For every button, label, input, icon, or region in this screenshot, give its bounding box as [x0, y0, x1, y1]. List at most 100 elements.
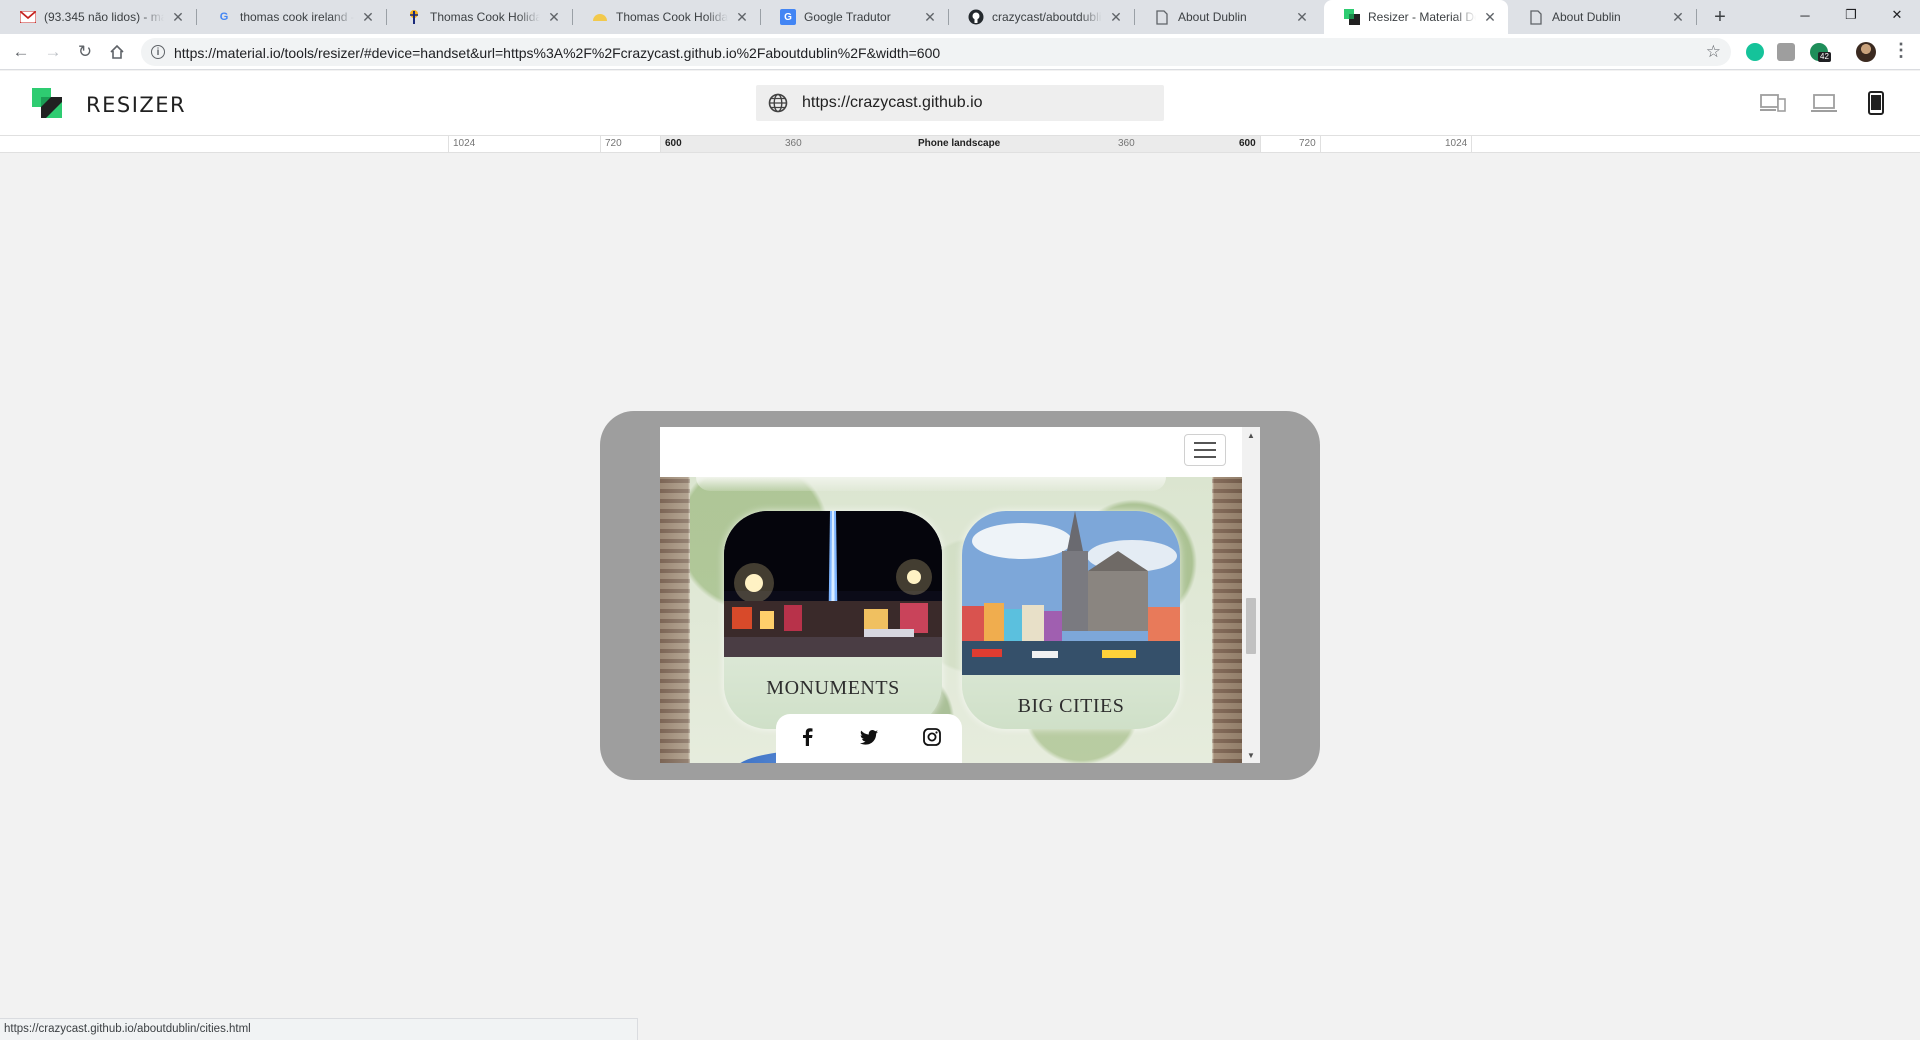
ruler-label: 1024: [1445, 138, 1468, 149]
card-monuments[interactable]: MONUMENTS: [724, 511, 942, 729]
gmail-icon: [20, 9, 36, 25]
browser-toolbar: ← → ↻ i https://material.io/tools/resize…: [0, 34, 1920, 70]
close-icon[interactable]: ✕: [922, 9, 938, 25]
extension-icon[interactable]: [1777, 43, 1795, 61]
close-icon[interactable]: ✕: [1670, 9, 1686, 25]
hamburger-line: [1194, 449, 1216, 451]
info-icon[interactable]: i: [151, 45, 165, 59]
tab-title: Thomas Cook Holidays: [430, 10, 540, 24]
laptop-button[interactable]: [1810, 89, 1838, 117]
page-icon: [1528, 9, 1544, 25]
tab-about-dublin-1[interactable]: About Dublin ✕: [1134, 0, 1320, 34]
close-icon[interactable]: ✕: [734, 9, 750, 25]
devices-icon: [1760, 94, 1786, 112]
reload-button[interactable]: ↻: [73, 40, 97, 64]
tab-title: About Dublin: [1178, 10, 1247, 24]
ruler-label: 600: [665, 138, 682, 149]
tab-title: crazycast/aboutdublin: [992, 10, 1102, 24]
tab-github[interactable]: crazycast/aboutdublin ✕: [948, 0, 1134, 34]
close-icon[interactable]: ✕: [1294, 9, 1310, 25]
phone-button[interactable]: [1862, 89, 1890, 117]
back-button[interactable]: ←: [9, 40, 33, 64]
width-ruler: 1024 720 600 360 Phone landscape 360 600…: [0, 135, 1920, 153]
card-big-cities[interactable]: BIG CITIES: [962, 511, 1180, 729]
hamburger-line: [1194, 456, 1216, 458]
site-navbar: [660, 427, 1242, 477]
close-icon[interactable]: ✕: [1108, 9, 1124, 25]
facebook-icon[interactable]: [797, 727, 817, 747]
card-label: BIG CITIES: [1017, 695, 1125, 717]
phone-icon: [1868, 91, 1884, 115]
github-icon: [968, 9, 984, 25]
tab-google-search[interactable]: G thomas cook ireland - G ✕: [196, 0, 386, 34]
resizer-logo-icon: [32, 88, 62, 118]
profile-avatar[interactable]: [1856, 42, 1876, 62]
ruler-label: 360: [785, 138, 802, 149]
browser-menu-icon[interactable]: ⋮: [1892, 40, 1910, 61]
tab-gmail[interactable]: (93.345 não lidos) - ma ✕: [0, 0, 196, 34]
big-cities-photo: [962, 511, 1180, 675]
home-button[interactable]: [105, 40, 129, 64]
ruler-label: 720: [1299, 138, 1316, 149]
phone-landscape-frame: MONUMENTS BIG CITIES ▲ ▼: [600, 411, 1320, 780]
tab-google-translate[interactable]: G Google Tradutor ✕: [760, 0, 948, 34]
scrollbar[interactable]: ▲ ▼: [1242, 427, 1260, 763]
tab-about-dublin-2[interactable]: About Dublin ✕: [1508, 0, 1696, 34]
window-close-button[interactable]: ✕: [1874, 0, 1920, 30]
card-label: MONUMENTS: [766, 677, 900, 699]
url-input[interactable]: [802, 85, 1152, 121]
extension-badge-icon[interactable]: 42: [1810, 43, 1831, 62]
tab-strip: (93.345 não lidos) - ma ✕ G thomas cook …: [0, 0, 1920, 34]
tab-thomas-cook-1[interactable]: Thomas Cook Holidays ✕: [386, 0, 572, 34]
close-icon[interactable]: ✕: [546, 9, 562, 25]
tab-resizer-active[interactable]: Resizer - Material Desi ✕: [1324, 0, 1508, 34]
thomas-cook-sun-icon: [592, 9, 608, 25]
scroll-down-arrow-icon[interactable]: ▼: [1242, 747, 1260, 763]
ruler-label: 600: [1239, 138, 1256, 149]
restore-button[interactable]: ❐: [1828, 0, 1874, 30]
globe-icon: [768, 93, 788, 113]
site-content: MONUMENTS BIG CITIES: [660, 477, 1242, 763]
close-icon[interactable]: ✕: [1482, 9, 1498, 25]
address-bar[interactable]: i https://material.io/tools/resizer/#dev…: [141, 38, 1731, 66]
social-links-bar: [776, 714, 962, 763]
thomas-cook-icon: [406, 9, 422, 25]
tab-title: thomas cook ireland - G: [240, 10, 354, 24]
new-tab-button[interactable]: +: [1708, 5, 1732, 29]
address-url: https://material.io/tools/resizer/#devic…: [174, 45, 941, 61]
tab-title: (93.345 não lidos) - ma: [44, 10, 164, 24]
minimize-button[interactable]: ─: [1782, 0, 1828, 30]
brand-title: RESIZER: [86, 93, 187, 117]
scroll-up-arrow-icon[interactable]: ▲: [1242, 427, 1260, 443]
extension-badge-count: 42: [1818, 52, 1831, 62]
resizer-icon: [1344, 9, 1360, 25]
page-icon: [1154, 9, 1170, 25]
twitter-icon[interactable]: [859, 727, 879, 747]
ruler-device-label: Phone landscape: [918, 138, 1001, 149]
grammarly-icon[interactable]: [1746, 43, 1764, 61]
link-status-bar: https://crazycast.github.io/aboutdublin/…: [0, 1018, 638, 1040]
url-field[interactable]: [756, 85, 1164, 121]
google-icon: G: [219, 11, 229, 23]
tab-title: Thomas Cook Holidays: [616, 10, 728, 24]
google-translate-icon: G: [780, 9, 796, 25]
tab-title: About Dublin: [1552, 10, 1621, 24]
ruler-label: 1024: [453, 138, 476, 149]
home-icon: [110, 44, 124, 59]
resizer-header: RESIZER: [0, 71, 1920, 135]
forward-button[interactable]: →: [41, 40, 65, 64]
close-icon[interactable]: ✕: [170, 9, 186, 25]
hamburger-menu-button[interactable]: [1184, 434, 1226, 466]
ruler-label: 720: [605, 138, 622, 149]
hamburger-line: [1194, 442, 1216, 444]
instagram-icon[interactable]: [922, 727, 942, 747]
devices-button[interactable]: [1759, 89, 1787, 117]
tab-thomas-cook-2[interactable]: Thomas Cook Holidays ✕: [572, 0, 760, 34]
laptop-icon: [1811, 94, 1837, 112]
previous-card-edge: [696, 477, 1166, 491]
monuments-photo: [724, 511, 942, 657]
close-icon[interactable]: ✕: [360, 9, 376, 25]
scrollbar-thumb[interactable]: [1246, 598, 1256, 654]
bookmark-star-icon[interactable]: ☆: [1706, 42, 1721, 62]
tab-title: Resizer - Material Desi: [1368, 10, 1476, 24]
